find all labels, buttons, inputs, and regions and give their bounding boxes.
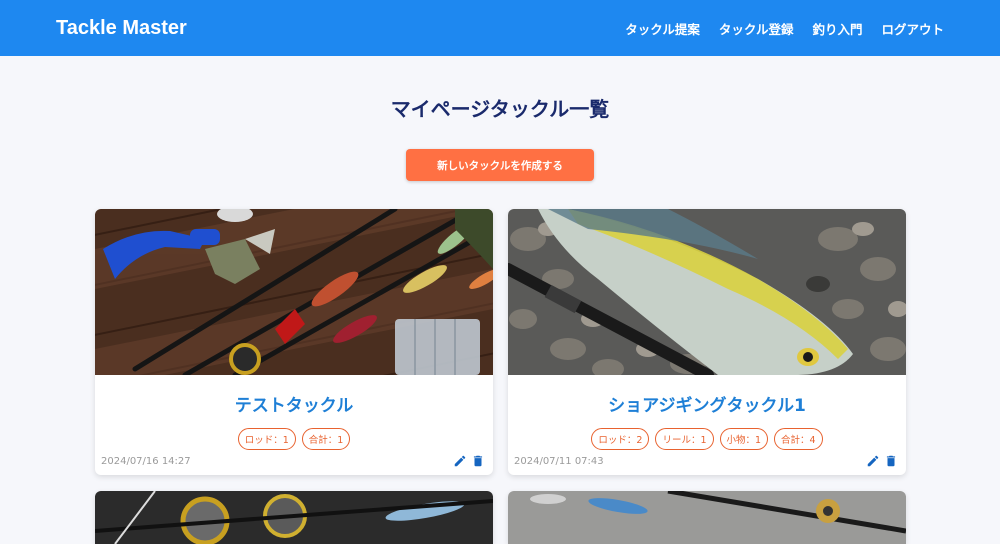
card-actions [453, 454, 485, 468]
tackle-photo [508, 491, 906, 544]
trash-icon[interactable] [884, 454, 898, 468]
card-title[interactable]: ショアジギングタックル1 [508, 375, 906, 416]
tackle-card[interactable] [508, 491, 906, 544]
card-date: 2024/07/11 07:43 [514, 456, 604, 467]
tackle-photo [95, 491, 493, 544]
tag-badge: リール：1 [655, 428, 714, 450]
tag-badge: ロッド：1 [237, 428, 296, 450]
edit-icon[interactable] [453, 454, 467, 468]
tackle-photo [508, 209, 906, 375]
tackle-card[interactable]: ショアジギングタックル1 ロッド：2 リール：1 小物：1 合計：4 2024/… [508, 209, 906, 475]
tag-badge: 合計：4 [774, 428, 823, 450]
nav-tackle-suggest[interactable]: タックル提案 [625, 19, 700, 38]
create-tackle-button[interactable]: 新しいタックルを作成する [406, 149, 594, 181]
tag-badge: 合計：1 [301, 428, 351, 450]
tag-badge: ロッド：2 [591, 428, 650, 450]
navbar: Tackle Master タックル提案 タックル登録 釣り入門 ログアウト [0, 0, 1000, 56]
tag-list: ロッド：2 リール：1 小物：1 合計：4 [508, 428, 906, 450]
tackle-card[interactable] [95, 491, 493, 544]
edit-icon[interactable] [866, 454, 880, 468]
card-body: ショアジギングタックル1 ロッド：2 リール：1 小物：1 合計：4 2024/… [508, 375, 906, 475]
tackle-card[interactable]: テストタックル ロッド：1 合計：1 2024/07/16 14:27 [95, 209, 493, 475]
nav-fishing-intro[interactable]: 釣り入門 [812, 19, 862, 38]
card-actions [866, 454, 898, 468]
brand-logo[interactable]: Tackle Master [56, 17, 187, 40]
tackle-photo [95, 209, 493, 375]
nav-links: タックル提案 タックル登録 釣り入門 ログアウト [625, 19, 944, 38]
card-title[interactable]: テストタックル [95, 375, 493, 416]
card-body: テストタックル ロッド：1 合計：1 2024/07/16 14:27 [95, 375, 493, 475]
nav-logout[interactable]: ログアウト [881, 19, 944, 38]
tag-badge: 小物：1 [719, 428, 769, 450]
nav-tackle-register[interactable]: タックル登録 [719, 19, 794, 38]
tag-list: ロッド：1 合計：1 [95, 428, 493, 450]
page-title: マイページタックル一覧 [390, 97, 610, 121]
trash-icon[interactable] [471, 454, 485, 468]
card-date: 2024/07/16 14:27 [101, 456, 191, 467]
